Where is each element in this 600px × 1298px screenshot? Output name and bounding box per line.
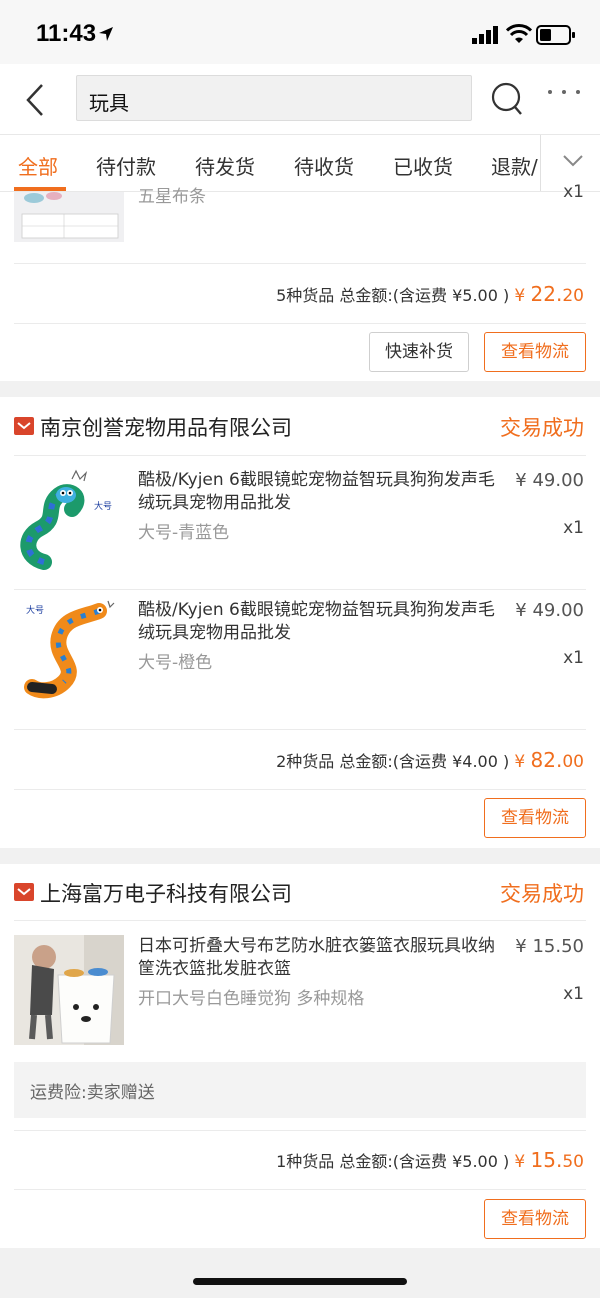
status-bar: 11:43 bbox=[0, 0, 600, 64]
order-total: ¥ 82.00 bbox=[514, 748, 584, 772]
product-quantity: x1 bbox=[563, 984, 584, 1004]
shop-icon bbox=[14, 417, 34, 435]
total-integer: 82. bbox=[530, 748, 563, 772]
status-time: 11:43 bbox=[36, 20, 97, 47]
divider bbox=[14, 789, 586, 790]
total-decimal: 20 bbox=[562, 286, 584, 306]
product-thumbnail[interactable] bbox=[14, 192, 124, 242]
total-decimal: 50 bbox=[562, 1152, 584, 1172]
shop-icon bbox=[14, 883, 34, 901]
divider bbox=[14, 1130, 586, 1131]
product-spec: 开口大号白色睡觉狗 多种规格 bbox=[138, 989, 365, 1009]
size-label: 大号 bbox=[94, 500, 112, 512]
size-label: 大号 bbox=[26, 604, 44, 616]
shipping-insurance-note: 运费险:卖家赠送 bbox=[14, 1062, 586, 1118]
product-price: ¥ 49.00 bbox=[515, 600, 584, 621]
product-thumbnail[interactable]: 大号 bbox=[14, 597, 124, 707]
total-integer: 22. bbox=[530, 282, 563, 306]
product-spec: 五星布条 bbox=[138, 187, 206, 207]
search-header: 玩具 bbox=[0, 64, 600, 134]
active-tab-indicator bbox=[14, 187, 66, 191]
summary-text: 2种货品 总金额:(含运费 ¥4.00 ) bbox=[276, 752, 510, 771]
product-thumbnail[interactable] bbox=[14, 935, 124, 1045]
order-tab-bar: 全部 待付款 待发货 待收货 已收货 退款/ bbox=[0, 134, 600, 192]
order-card[interactable]: 五星布条 x1 5种货品 总金额:(含运费 ¥5.00 ) ¥ 22.20 快速… bbox=[0, 182, 600, 381]
shop-name[interactable]: 南京创誉宠物用品有限公司 bbox=[40, 412, 292, 442]
divider bbox=[14, 1189, 586, 1190]
search-icon[interactable] bbox=[490, 81, 524, 117]
product-quantity: x1 bbox=[563, 518, 584, 538]
search-query: 玩具 bbox=[89, 91, 129, 115]
total-decimal: 00 bbox=[562, 752, 584, 772]
tab-all[interactable]: 全部 bbox=[18, 151, 58, 180]
order-card[interactable]: 南京创誉宠物用品有限公司 交易成功 大号 酷极/Kyjen 6截眼镜蛇宠物益智玩… bbox=[0, 397, 600, 848]
order-status: 交易成功 bbox=[500, 882, 584, 906]
tab-pending-payment[interactable]: 待付款 bbox=[96, 151, 156, 180]
home-indicator[interactable] bbox=[193, 1278, 407, 1285]
product-spec: 大号-橙色 bbox=[138, 653, 213, 673]
product-label-image bbox=[14, 192, 124, 242]
product-quantity: x1 bbox=[563, 182, 584, 202]
order-summary: 1种货品 总金额:(含运费 ¥5.00 ) ¥ 15.50 bbox=[276, 1148, 584, 1172]
product-price: ¥ 49.00 bbox=[515, 470, 584, 491]
divider bbox=[14, 455, 586, 456]
divider bbox=[14, 729, 586, 730]
product-title[interactable]: 日本可折叠大号布艺防水脏衣篓篮衣服玩具收纳筐洗衣篮批发脏衣篮 bbox=[138, 935, 506, 981]
location-arrow-icon bbox=[99, 27, 113, 41]
more-icon[interactable] bbox=[546, 88, 582, 96]
tab-received[interactable]: 已收货 bbox=[393, 151, 453, 180]
wifi-icon bbox=[506, 24, 532, 43]
order-summary: 5种货品 总金额:(含运费 ¥5.00 ) ¥ 22.20 bbox=[276, 282, 584, 306]
quick-restock-button[interactable]: 快速补货 bbox=[369, 332, 469, 372]
view-logistics-button[interactable]: 查看物流 bbox=[484, 332, 586, 372]
order-status: 交易成功 bbox=[500, 416, 584, 440]
snake-toy-image: 大号 bbox=[14, 597, 124, 707]
product-spec: 大号-青蓝色 bbox=[138, 523, 230, 543]
view-logistics-button[interactable]: 查看物流 bbox=[484, 798, 586, 838]
battery-icon bbox=[536, 25, 575, 45]
signal-icon bbox=[472, 26, 498, 44]
chevron-down-icon[interactable] bbox=[562, 153, 584, 169]
total-currency: ¥ bbox=[514, 1152, 526, 1172]
back-icon[interactable] bbox=[24, 82, 46, 118]
order-summary: 2种货品 总金额:(含运费 ¥4.00 ) ¥ 82.00 bbox=[276, 748, 584, 772]
divider bbox=[14, 263, 586, 264]
tab-pending-shipment[interactable]: 待发货 bbox=[195, 151, 255, 180]
divider bbox=[14, 589, 586, 590]
total-integer: 15. bbox=[530, 1148, 563, 1172]
snake-toy-image: 大号 bbox=[14, 467, 124, 577]
total-currency: ¥ bbox=[514, 286, 526, 306]
product-title[interactable]: 酷极/Kyjen 6截眼镜蛇宠物益智玩具狗狗发声毛绒玩具宠物用品批发 bbox=[138, 599, 510, 645]
product-title[interactable]: 酷极/Kyjen 6截眼镜蛇宠物益智玩具狗狗发声毛绒玩具宠物用品批发 bbox=[138, 469, 510, 515]
divider bbox=[14, 323, 586, 324]
product-price: ¥ 15.50 bbox=[515, 936, 584, 957]
shop-name[interactable]: 上海富万电子科技有限公司 bbox=[40, 878, 292, 908]
product-thumbnail[interactable]: 大号 bbox=[14, 467, 124, 577]
summary-text: 1种货品 总金额:(含运费 ¥5.00 ) bbox=[276, 1152, 510, 1171]
search-input[interactable]: 玩具 bbox=[76, 75, 472, 121]
view-logistics-button[interactable]: 查看物流 bbox=[484, 1199, 586, 1239]
total-currency: ¥ bbox=[514, 752, 526, 772]
laundry-basket-image bbox=[14, 935, 124, 1045]
tab-refund[interactable]: 退款/ bbox=[491, 151, 538, 180]
order-total: ¥ 15.50 bbox=[514, 1148, 584, 1172]
tab-pending-receipt[interactable]: 待收货 bbox=[294, 151, 354, 180]
product-quantity: x1 bbox=[563, 648, 584, 668]
divider bbox=[14, 920, 586, 921]
summary-text: 5种货品 总金额:(含运费 ¥5.00 ) bbox=[276, 286, 510, 305]
order-card[interactable]: 上海富万电子科技有限公司 交易成功 日本可折叠大号布艺防水脏衣篓篮衣服玩具收纳筐… bbox=[0, 864, 600, 1248]
order-total: ¥ 22.20 bbox=[514, 282, 584, 306]
